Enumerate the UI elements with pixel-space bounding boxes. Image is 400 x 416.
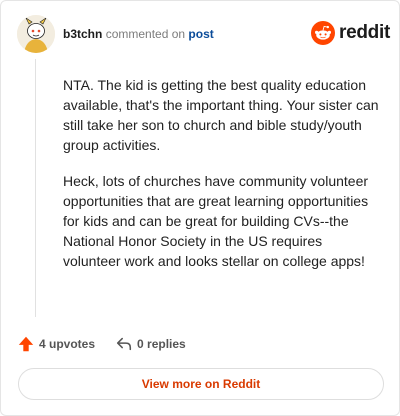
avatar[interactable] — [17, 15, 55, 53]
thread-line — [35, 59, 36, 317]
upvote-arrow-icon — [18, 336, 34, 352]
reply-count: 0 replies — [137, 337, 186, 351]
commented-label: commented on — [105, 27, 186, 41]
comment-paragraph: NTA. The kid is getting the best quality… — [63, 77, 379, 153]
upvote-count: 4 upvotes — [39, 337, 96, 351]
reddit-logo[interactable]: reddit — [311, 21, 390, 45]
comment-actions: 4 upvotes 0 replies — [17, 335, 186, 353]
post-link[interactable]: post — [188, 27, 213, 41]
view-more-button[interactable]: View more on Reddit — [18, 368, 384, 400]
embedded-comment-card: b3tchn commented on post reddit NTA. The… — [0, 0, 400, 416]
reply-button[interactable]: 0 replies — [115, 335, 186, 353]
avatar-image — [17, 15, 55, 53]
comment-header: b3tchn commented on post — [63, 27, 214, 41]
reddit-snoo-icon — [311, 21, 335, 45]
username[interactable]: b3tchn — [63, 27, 102, 41]
upvote-button[interactable]: 4 upvotes — [17, 335, 95, 353]
comment-body: NTA. The kid is getting the best quality… — [63, 75, 383, 287]
reply-arrow-icon — [116, 337, 132, 351]
comment-paragraph: Heck, lots of churches have community vo… — [63, 173, 369, 269]
reddit-wordmark: reddit — [339, 22, 390, 43]
